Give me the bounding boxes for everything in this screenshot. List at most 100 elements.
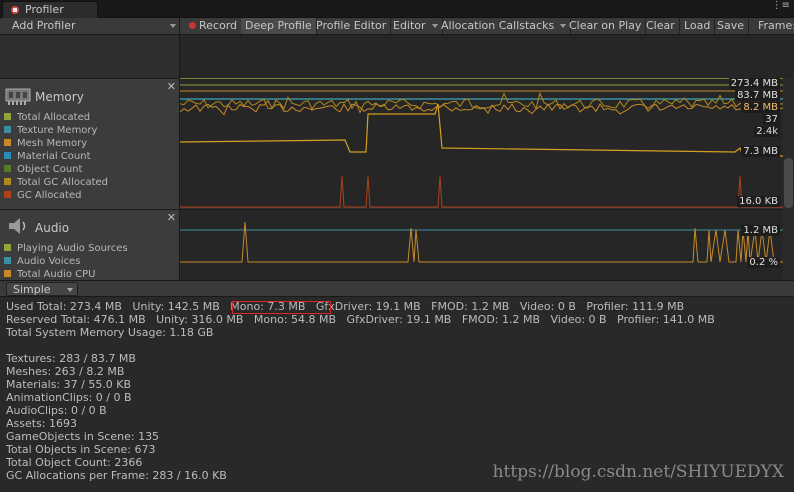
memory-module-panel[interactable]: Memory ✕ Total Allocated Texture Memory Me… (0, 78, 180, 209)
chevron-down-icon (67, 288, 73, 292)
add-profiler-dropdown[interactable]: Add Profiler (0, 18, 180, 34)
gc-allocated-line (180, 175, 794, 208)
legend-item[interactable]: Playing Audio Sources (4, 242, 128, 255)
clear-label: Clear (646, 19, 675, 32)
assets-row: Assets: 1693 (6, 417, 77, 430)
frame-label: Frame: (754, 18, 794, 34)
value-label: 37 (763, 114, 780, 125)
legend-swatch (4, 270, 11, 277)
value-label: 2.4k (754, 126, 780, 137)
memory-chart-svg (179, 77, 794, 209)
clear-button[interactable]: Clear (642, 18, 680, 34)
detail-mode-label: Simple (13, 283, 51, 296)
load-label: Load (684, 19, 711, 32)
record-icon (189, 22, 196, 29)
close-icon[interactable]: ✕ (167, 80, 176, 93)
value-label: 273.4 MB (728, 78, 780, 89)
window-tab-strip: Profiler ⋮≡ (0, 0, 794, 18)
legend-item[interactable]: Object Count (4, 163, 108, 176)
memory-chip-icon (5, 88, 31, 105)
add-profiler-label: Add Profiler (12, 19, 76, 32)
deep-profile-button[interactable]: Deep Profile (241, 18, 317, 34)
scrollbar-thumb[interactable] (784, 158, 793, 208)
legend-swatch (4, 165, 11, 172)
deep-profile-label: Deep Profile (245, 19, 312, 32)
profile-editor-label: Profile Editor (316, 19, 387, 32)
legend-item[interactable]: Total GC Allocated (4, 176, 108, 189)
legend-label: Mesh Memory (17, 138, 88, 149)
legend-item[interactable]: Material Count (4, 150, 108, 163)
legend-label: Playing Audio Sources (17, 243, 128, 254)
animation-clips-row: AnimationClips: 0 / 0 B (6, 391, 132, 404)
system-memory-row: Total System Memory Usage: 1.18 GB (6, 326, 214, 339)
audio-legend: Playing Audio Sources Audio Voices Total A… (4, 242, 128, 281)
detail-mode-dropdown[interactable]: Simple (6, 282, 78, 296)
legend-label: GC Allocated (17, 190, 82, 201)
value-label: 1.2 MB (741, 225, 780, 236)
chevron-down-icon (170, 24, 176, 28)
allocation-callstacks-dropdown[interactable]: Allocation Callstacks (437, 18, 572, 34)
legend-label: Material Count (17, 151, 91, 162)
chart-scrollbar[interactable] (783, 78, 794, 280)
legend-swatch (4, 244, 11, 251)
audio-chart[interactable]: 1.2 MB 0.2 % (180, 209, 794, 280)
materials-row: Materials: 37 / 55.0 KB (6, 378, 132, 391)
mono-highlight-box (232, 301, 331, 314)
profiler-icon (11, 6, 19, 14)
profile-editor-button[interactable]: Profile Editor (312, 18, 392, 34)
record-button[interactable]: Record (185, 18, 243, 34)
clear-on-play-button[interactable]: Clear on Play (565, 18, 647, 34)
legend-label: Object Count (17, 164, 83, 175)
close-icon[interactable]: ✕ (167, 211, 176, 224)
audio-module-panel[interactable]: Audio ✕ Playing Audio Sources Audio Voice… (0, 209, 180, 280)
value-label: 83.7 MB (735, 90, 780, 101)
object-count-line (179, 91, 794, 114)
legend-swatch (4, 152, 11, 159)
editor-label: Editor (393, 19, 426, 32)
save-label: Save (717, 19, 745, 32)
module-list-empty-area (0, 35, 180, 78)
gameobjects-row: GameObjects in Scene: 135 (6, 430, 160, 443)
memory-module-title: Memory (35, 90, 84, 104)
memory-chart[interactable]: 273.4 MB 83.7 MB 8.2 MB 37 2.4k 7.3 MB 1… (179, 77, 794, 209)
speaker-icon (9, 218, 26, 234)
allocation-callstacks-label: Allocation Callstacks (441, 19, 555, 32)
timeline-header-area[interactable] (180, 35, 794, 78)
meshes-row: Meshes: 263 / 8.2 MB (6, 365, 125, 378)
used-total-row: Used Total: 273.4 MB Unity: 142.5 MB Mon… (6, 300, 685, 313)
legend-swatch (4, 191, 11, 198)
legend-label: Total Audio CPU (17, 269, 96, 280)
tab-title: Profiler (25, 3, 64, 16)
legend-item[interactable]: Audio Voices (4, 255, 128, 268)
editor-dropdown[interactable]: Editor (389, 18, 443, 34)
legend-swatch (4, 178, 11, 185)
total-audio-cpu-line (180, 221, 794, 263)
load-button[interactable]: Load (680, 18, 716, 34)
profiler-toolbar: Add Profiler Record Deep Profile Profile… (0, 18, 794, 35)
value-label: 16.0 KB (737, 196, 780, 207)
legend-swatch (4, 113, 11, 120)
save-button[interactable]: Save (713, 18, 750, 34)
legend-item[interactable]: Total Allocated (4, 111, 108, 124)
detail-toolbar: Simple (0, 280, 794, 297)
legend-label: Total Allocated (17, 112, 91, 123)
audio-module-title: Audio (35, 221, 70, 235)
legend-label: Audio Voices (17, 256, 81, 267)
legend-swatch (4, 126, 11, 133)
legend-swatch (4, 257, 11, 264)
reserved-total-row: Reserved Total: 476.1 MB Unity: 316.0 MB… (6, 313, 715, 326)
legend-swatch (4, 139, 11, 146)
timeline-empty-chart (180, 35, 794, 78)
legend-item[interactable]: Mesh Memory (4, 137, 108, 150)
audio-clips-row: AudioClips: 0 / 0 B (6, 404, 107, 417)
tab-profiler[interactable]: Profiler (2, 1, 98, 18)
legend-item[interactable]: GC Allocated (4, 189, 108, 202)
clear-on-play-label: Clear on Play (569, 19, 642, 32)
window-menu-icon[interactable]: ⋮≡ (772, 0, 790, 11)
record-label: Record (199, 19, 238, 32)
textures-row: Textures: 283 / 83.7 MB (6, 352, 136, 365)
legend-label: Total GC Allocated (17, 177, 109, 188)
legend-item[interactable]: Texture Memory (4, 124, 108, 137)
audio-chart-svg (180, 221, 794, 263)
value-label: 8.2 MB (741, 102, 780, 113)
